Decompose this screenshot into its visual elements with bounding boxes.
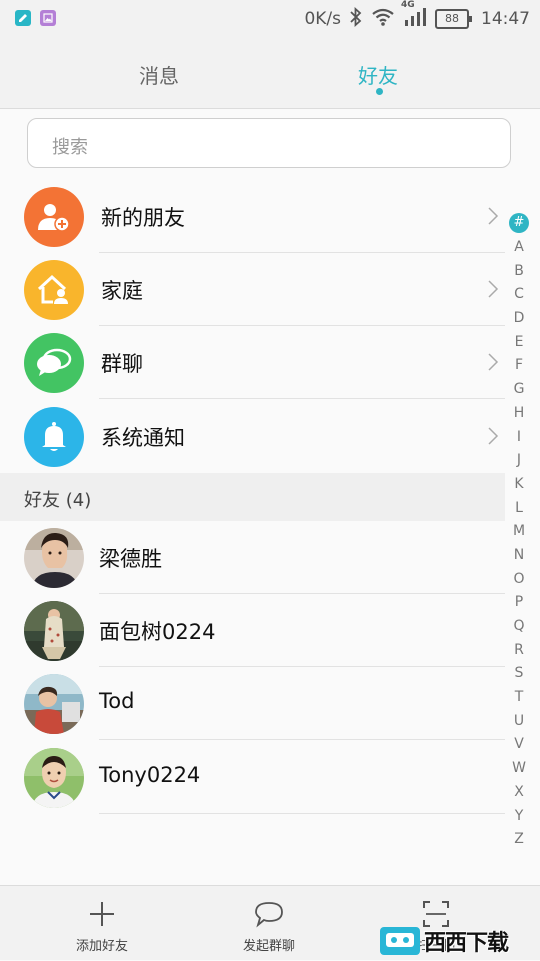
contact-row[interactable]: Tony0224 <box>0 741 505 814</box>
index-letter[interactable]: A <box>506 236 532 260</box>
avatar <box>24 748 84 808</box>
contact-row[interactable]: 面包树0224 <box>0 594 505 667</box>
index-letter[interactable]: O <box>506 568 532 592</box>
contact-name: Tod <box>99 689 135 713</box>
friends-section-header: 好友 (4) <box>0 473 505 521</box>
index-letter[interactable]: G <box>506 378 532 402</box>
alphabet-index[interactable]: # A B C D E F G H I J K L M N O P Q R S T U V W X Y Z <box>506 212 532 852</box>
search-placeholder: 搜索 <box>52 137 88 158</box>
divider <box>99 739 505 740</box>
watermark-logo-icon <box>380 927 420 955</box>
index-letter[interactable]: P <box>506 591 532 615</box>
chevron-right-icon <box>488 353 499 371</box>
top-tabs: 消息 好友 <box>0 38 540 109</box>
system-notification-label: 系统通知 <box>101 426 185 450</box>
add-friend-button[interactable]: 添加好友 <box>42 886 162 961</box>
friends-count-label: 好友 (4) <box>24 490 92 511</box>
index-letter[interactable]: J <box>506 449 532 473</box>
battery-level: 88 <box>445 12 459 25</box>
divider <box>99 813 505 814</box>
index-letter[interactable]: T <box>506 686 532 710</box>
group-chat-row[interactable]: 群聊 <box>0 326 505 399</box>
index-letter[interactable]: X <box>506 781 532 805</box>
wifi-icon <box>371 8 395 31</box>
status-bar: 0K/s 4G 88 14:47 <box>0 0 540 38</box>
index-letter[interactable]: U <box>506 710 532 734</box>
index-letter[interactable]: Q <box>506 615 532 639</box>
index-letter[interactable]: W <box>506 757 532 781</box>
family-home-icon <box>24 260 84 320</box>
index-letter[interactable]: # <box>509 213 529 233</box>
index-letter[interactable]: E <box>506 331 532 355</box>
add-friend-label: 添加好友 <box>75 939 128 954</box>
tab-messages[interactable]: 消息 <box>139 60 179 89</box>
index-letter[interactable]: Z <box>506 828 532 852</box>
index-letter[interactable]: M <box>506 520 532 544</box>
signal-icon: 4G <box>401 0 427 31</box>
family-label: 家庭 <box>101 279 143 303</box>
contact-name: Tony0224 <box>99 763 201 787</box>
network-type: 4G <box>401 0 415 10</box>
index-letter[interactable]: N <box>506 544 532 568</box>
battery-icon: 88 <box>435 9 472 29</box>
system-notification-row[interactable]: 系统通知 <box>0 400 505 473</box>
bluetooth-icon <box>349 6 363 32</box>
new-friends-row[interactable]: 新的朋友 <box>0 180 505 253</box>
index-letter[interactable]: V <box>506 733 532 757</box>
group-chat-label: 群聊 <box>101 352 143 376</box>
avatar <box>24 528 84 588</box>
family-row[interactable]: 家庭 <box>0 253 505 326</box>
add-friend-icon <box>24 187 84 247</box>
avatar <box>24 674 84 734</box>
group-chat-icon <box>24 333 84 393</box>
chevron-right-icon <box>488 280 499 298</box>
index-letter[interactable]: S <box>506 662 532 686</box>
contact-row[interactable]: Tod <box>0 667 505 740</box>
watermark-text: 西西下载 <box>424 931 509 956</box>
new-friends-label: 新的朋友 <box>101 206 185 230</box>
index-letter[interactable]: K <box>506 473 532 497</box>
index-letter[interactable]: H <box>506 402 532 426</box>
index-letter[interactable]: L <box>506 497 532 521</box>
chevron-right-icon <box>488 427 499 445</box>
chevron-right-icon <box>488 207 499 225</box>
index-letter[interactable]: F <box>506 354 532 378</box>
index-letter[interactable]: Y <box>506 805 532 829</box>
start-group-chat-label: 发起群聊 <box>242 939 295 954</box>
index-letter[interactable]: D <box>506 307 532 331</box>
chat-bubble-icon <box>255 902 283 928</box>
tab-friends[interactable]: 好友 <box>358 60 398 89</box>
index-letter[interactable]: C <box>506 283 532 307</box>
start-group-chat-button[interactable]: 发起群聊 <box>209 886 329 961</box>
gallery-app-icon <box>40 10 56 26</box>
notification-bell-icon <box>24 407 84 467</box>
index-letter[interactable]: B <box>506 260 532 284</box>
network-speed: 0K/s <box>304 9 341 29</box>
contact-row[interactable]: 梁德胜 <box>0 521 505 594</box>
avatar <box>24 601 84 661</box>
index-letter[interactable]: I <box>506 426 532 450</box>
clock: 14:47 <box>481 9 530 29</box>
contact-name: 面包树0224 <box>99 620 216 644</box>
search-input[interactable]: 搜索 <box>27 118 511 168</box>
contact-name: 梁德胜 <box>99 547 162 571</box>
index-letter[interactable]: R <box>506 639 532 663</box>
active-tab-indicator <box>376 88 383 95</box>
site-watermark: 西西下载 <box>380 925 540 957</box>
notes-app-icon <box>15 10 31 26</box>
plus-icon <box>90 902 114 926</box>
divider <box>99 398 505 399</box>
